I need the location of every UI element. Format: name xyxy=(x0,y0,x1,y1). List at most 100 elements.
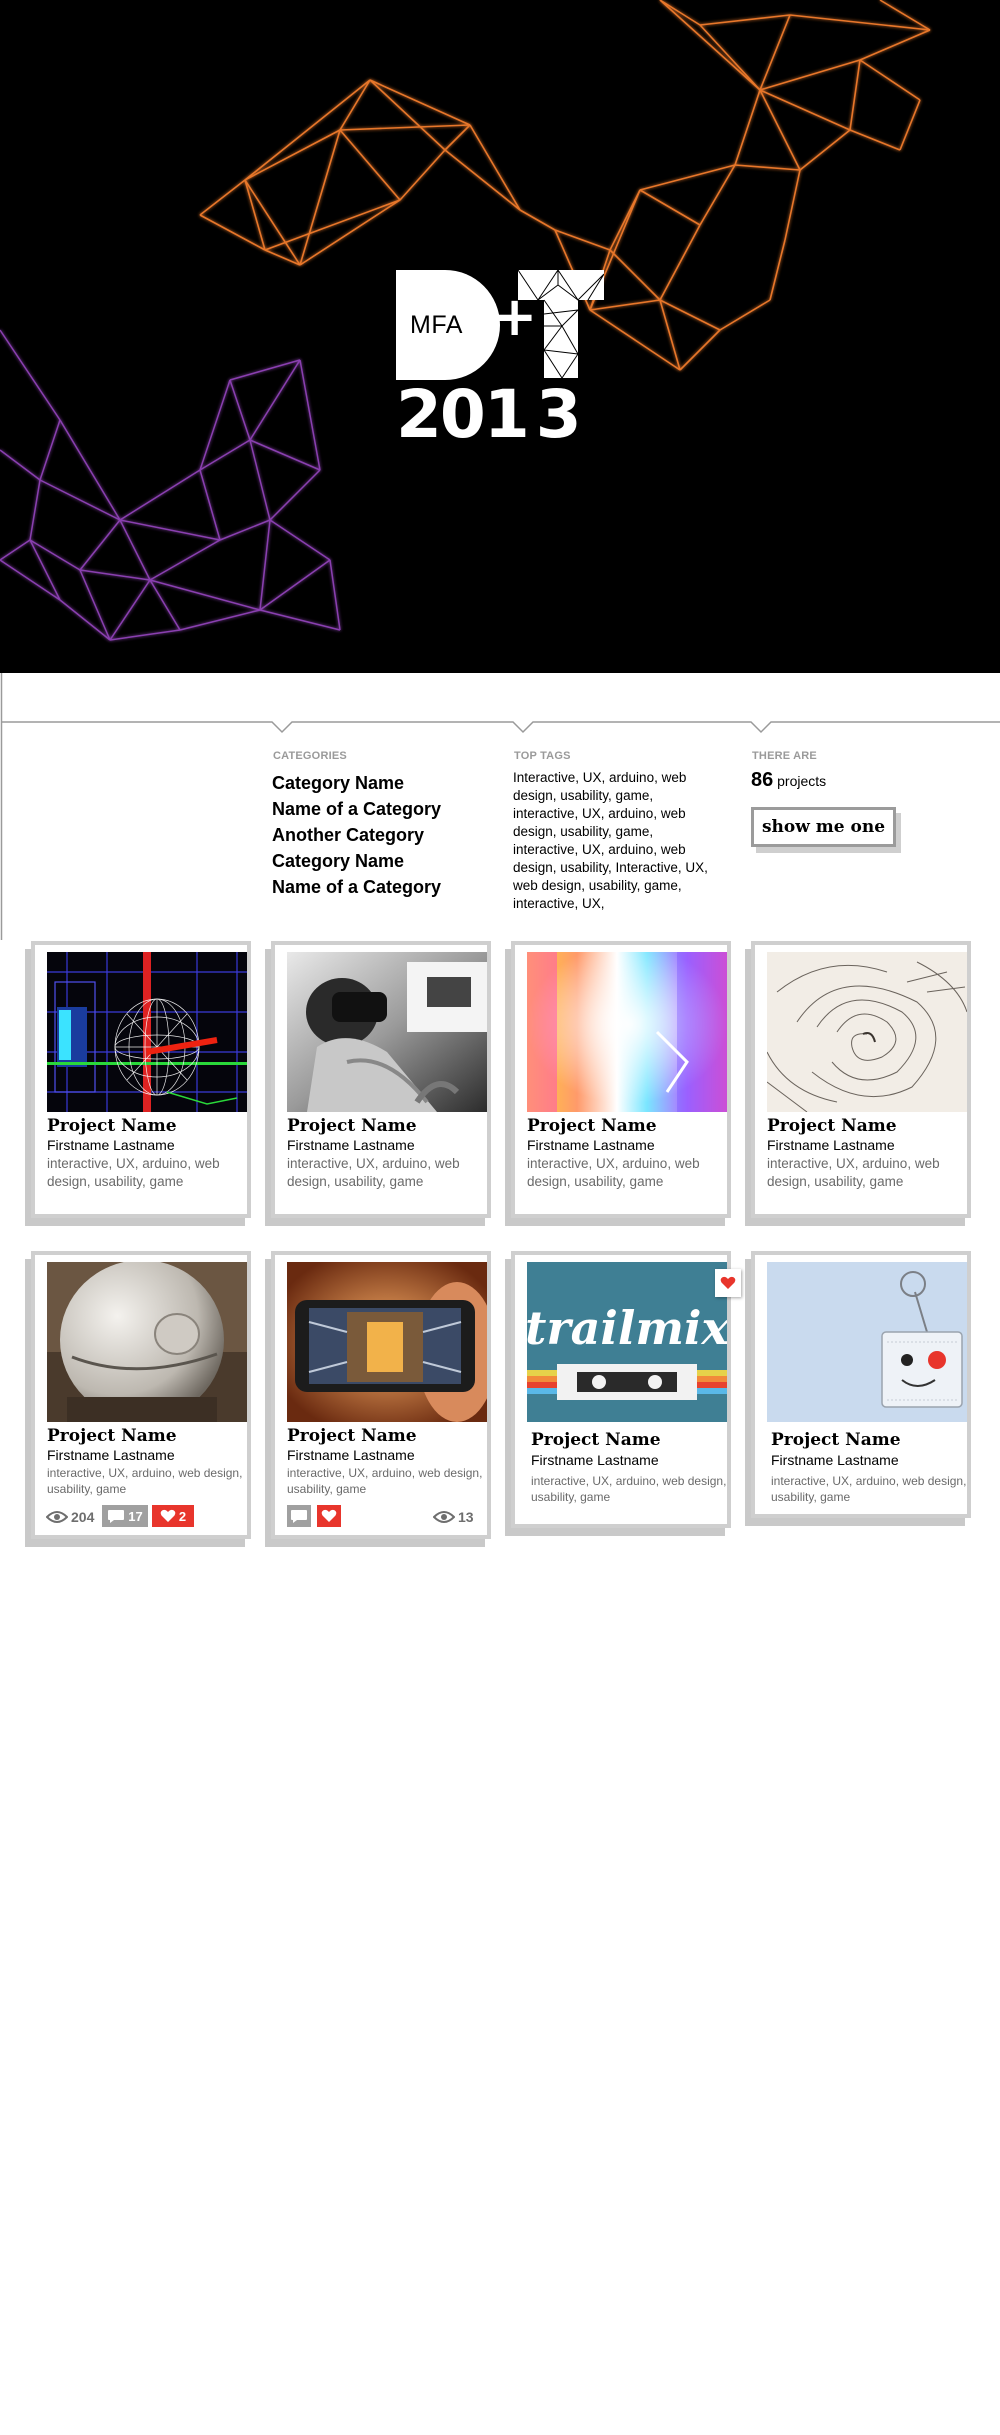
project-thumbnail[interactable] xyxy=(47,1262,247,1422)
project-thumbnail[interactable] xyxy=(47,952,247,1112)
mesh-line xyxy=(119,519,221,541)
project-thumbnail[interactable]: trailmix xyxy=(527,1262,727,1422)
project-card[interactable]: Project Name Firstname Lastname interact… xyxy=(271,941,491,1218)
project-card[interactable]: Project Name Firstname Lastname interact… xyxy=(31,941,251,1218)
project-card[interactable]: Project Name Firstname Lastname interact… xyxy=(511,941,731,1218)
project-name[interactable]: Project Name xyxy=(531,1430,661,1450)
category-link[interactable]: Name of a Category xyxy=(272,874,441,900)
project-count-number: 86 xyxy=(751,769,774,791)
likes-button[interactable]: 2 xyxy=(152,1505,194,1527)
heart-icon xyxy=(160,1509,176,1522)
category-link[interactable]: Category Name xyxy=(272,848,441,874)
project-name[interactable]: Project Name xyxy=(47,1426,177,1446)
project-count: 86 projects xyxy=(751,769,826,792)
show-me-one-button[interactable]: show me one xyxy=(751,807,896,847)
mesh-line xyxy=(699,14,791,26)
mesh-line xyxy=(0,329,61,421)
hero-banner: MFA + 201 3 xyxy=(0,0,1000,673)
project-name[interactable]: Project Name xyxy=(767,1116,897,1136)
mesh-line xyxy=(849,59,861,131)
project-author[interactable]: Firstname Lastname xyxy=(47,1447,175,1463)
categories-list: Category Name Name of a Category Another C… xyxy=(272,770,441,900)
project-author[interactable]: Firstname Lastname xyxy=(47,1137,175,1153)
mesh-line xyxy=(269,469,321,521)
project-tags: interactive, UX, arduino, web design, us… xyxy=(287,1156,460,1189)
mesh-line xyxy=(699,24,761,91)
project-author[interactable]: Firstname Lastname xyxy=(531,1452,659,1468)
logo-mfa-text: MFA xyxy=(410,311,463,339)
project-count-label: THERE ARE xyxy=(752,750,817,762)
project-card[interactable]: Project Name Firstname Lastname interact… xyxy=(31,1251,251,1539)
project-thumbnail[interactable] xyxy=(287,952,487,1112)
project-author[interactable]: Firstname Lastname xyxy=(767,1137,895,1153)
mesh-line xyxy=(119,519,151,581)
mesh-line xyxy=(249,439,321,471)
mesh-line xyxy=(259,519,271,611)
top-tags-label: TOP TAGS xyxy=(514,750,571,762)
mesh-line xyxy=(59,599,111,641)
project-card[interactable]: Project Name Firstname Lastname interact… xyxy=(751,1251,971,1518)
comments-button[interactable]: 17 xyxy=(102,1505,148,1527)
top-tags-text[interactable]: Interactive, UX, arduino, web design, us… xyxy=(513,769,713,913)
mesh-line xyxy=(109,629,181,641)
project-author[interactable]: Firstname Lastname xyxy=(287,1137,415,1153)
mesh-line xyxy=(199,214,266,251)
comment-bubble-icon xyxy=(108,1509,125,1523)
mesh-line xyxy=(899,99,921,151)
project-author[interactable]: Firstname Lastname xyxy=(771,1452,899,1468)
project-thumbnail[interactable] xyxy=(527,952,727,1112)
mesh-line xyxy=(264,199,401,251)
project-name[interactable]: Project Name xyxy=(771,1430,901,1450)
mesh-line xyxy=(109,579,151,641)
eye-icon xyxy=(433,1511,455,1523)
category-link[interactable]: Category Name xyxy=(272,770,441,796)
mfa-dt-2013-logo: MFA + 201 3 xyxy=(396,270,612,456)
favorite-badge[interactable] xyxy=(715,1269,741,1297)
project-card[interactable]: Project Name Firstname Lastname interact… xyxy=(271,1251,491,1539)
mesh-line xyxy=(259,609,341,631)
project-tags: interactive, UX, arduino, web design, us… xyxy=(771,1474,967,1504)
mesh-line xyxy=(299,359,321,471)
project-name[interactable]: Project Name xyxy=(47,1116,177,1136)
logo-year: 201 3 xyxy=(396,382,582,448)
mesh-line xyxy=(199,439,251,471)
mesh-line xyxy=(519,209,556,231)
mesh-line xyxy=(329,559,341,631)
project-thumbnail[interactable] xyxy=(767,952,967,1112)
comments-button[interactable] xyxy=(287,1505,311,1527)
project-tags: interactive, UX, arduino, web design, us… xyxy=(527,1156,700,1189)
project-author[interactable]: Firstname Lastname xyxy=(527,1137,655,1153)
mesh-line xyxy=(859,59,921,101)
mesh-line xyxy=(734,164,801,171)
mesh-line xyxy=(149,539,221,581)
mesh-line xyxy=(659,299,721,331)
category-link[interactable]: Another Category xyxy=(272,822,441,848)
mesh-line xyxy=(369,79,446,151)
logo-t-letter xyxy=(518,270,604,378)
project-name[interactable]: Project Name xyxy=(527,1116,657,1136)
project-tags: interactive, UX, arduino, web design, us… xyxy=(531,1474,727,1504)
project-thumbnail[interactable] xyxy=(767,1262,967,1422)
mesh-line xyxy=(149,579,261,611)
likes-button[interactable] xyxy=(317,1505,341,1527)
project-card[interactable]: trailmix Project Name Firstname Lastname… xyxy=(511,1251,741,1528)
project-name[interactable]: Project Name xyxy=(287,1426,417,1446)
mesh-line xyxy=(29,479,41,541)
mesh-line xyxy=(759,59,861,91)
views-stat: 13 xyxy=(433,1509,474,1525)
mesh-line xyxy=(249,439,271,521)
filter-bar: CATEGORIES Category Name Name of a Catego… xyxy=(0,673,1000,943)
project-thumbnail[interactable] xyxy=(287,1262,487,1422)
project-card[interactable]: Project Name Firstname Lastname interact… xyxy=(751,941,971,1218)
project-name[interactable]: Project Name xyxy=(287,1116,417,1136)
mesh-line xyxy=(179,609,261,631)
mesh-line xyxy=(219,519,271,541)
mesh-line xyxy=(259,559,331,611)
likes-count: 2 xyxy=(178,1508,187,1524)
project-author[interactable]: Firstname Lastname xyxy=(287,1447,415,1463)
mesh-line xyxy=(444,149,521,211)
category-link[interactable]: Name of a Category xyxy=(272,796,441,822)
mesh-line xyxy=(679,329,721,371)
comments-count: 17 xyxy=(128,1508,143,1524)
mesh-line xyxy=(339,79,371,131)
